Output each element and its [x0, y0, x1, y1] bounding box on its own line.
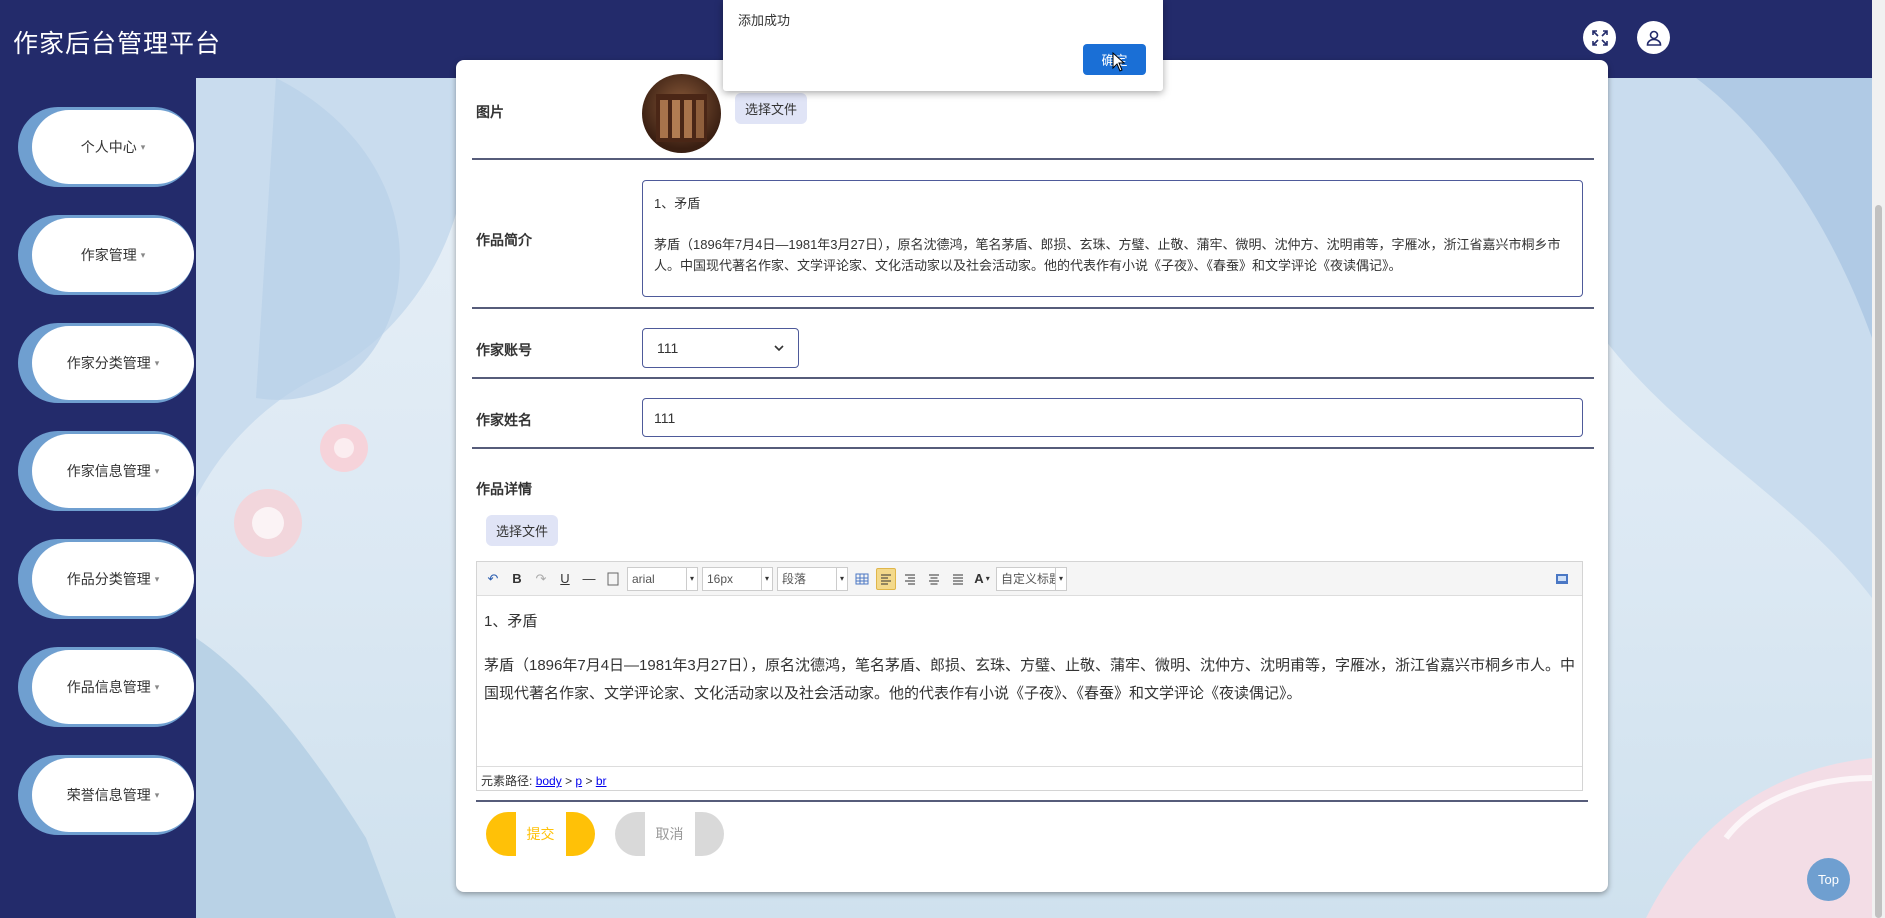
- path-separator: >: [565, 774, 573, 788]
- alert-dialog: 添加成功 确定: [723, 0, 1163, 91]
- paste-text-icon[interactable]: [603, 568, 623, 590]
- caret-down-icon: ▾: [686, 567, 697, 590]
- table-icon[interactable]: [852, 568, 872, 590]
- intro-line: 1、矛盾: [654, 196, 701, 211]
- element-path-label: 元素路径:: [481, 774, 533, 788]
- name-label: 作家姓名: [476, 412, 532, 428]
- choose-file-button[interactable]: 选择文件: [735, 93, 808, 124]
- path-p-link[interactable]: p: [575, 774, 582, 788]
- sidebar-item-writer-info-management[interactable]: 作家信息管理 ▾: [18, 431, 194, 511]
- editor-content[interactable]: 1、矛盾 茅盾（1896年7月4日—1981年3月27日），原名沈德鸿，笔名茅盾…: [477, 596, 1582, 768]
- font-family-select[interactable]: arial ▾: [627, 566, 698, 591]
- intro-textarea[interactable]: 1、矛盾 茅盾（1896年7月4日—1981年3月27日），原名沈德鸿，笔名茅盾…: [642, 180, 1583, 297]
- path-br-link[interactable]: br: [596, 774, 607, 788]
- sidebar-item-writer-management[interactable]: 作家管理 ▾: [18, 215, 194, 295]
- editor-toolbar: ↶ B ↷ U — arial ▾ 16px ▾ 段落 ▾ A ▾ 自定义标 ▾: [477, 562, 1582, 596]
- font-color-icon[interactable]: A ▾: [972, 568, 992, 590]
- chevron-down-icon: [774, 344, 784, 351]
- intro-label: 作品简介: [476, 232, 532, 248]
- caret-down-icon: ▾: [154, 357, 160, 368]
- sidebar-item-work-info-management[interactable]: 作品信息管理 ▾: [18, 647, 194, 727]
- font-size-select[interactable]: 16px ▾: [702, 566, 773, 591]
- path-body-link[interactable]: body: [536, 774, 562, 788]
- sidebar-item-work-category-management[interactable]: 作品分类管理 ▾: [18, 539, 194, 619]
- user-button[interactable]: [1637, 21, 1670, 54]
- font-size-value: 16px: [707, 571, 734, 586]
- divider: [472, 158, 1594, 160]
- caret-down-icon: ▾: [154, 789, 160, 800]
- caret-down-icon: ▾: [836, 567, 847, 590]
- sidebar-item-label: 作家信息管理: [66, 463, 151, 479]
- caret-down-icon: ▾: [154, 573, 160, 584]
- back-to-top-button[interactable]: Top: [1807, 858, 1850, 901]
- redo-icon[interactable]: ↷: [531, 568, 551, 590]
- form-card: 图片 选择文件 作品简介 1、矛盾 茅盾（1896年7月4日—1981年3月27…: [456, 60, 1608, 892]
- work-image-preview: [642, 74, 721, 153]
- bold-icon[interactable]: B: [507, 568, 527, 590]
- custom-title-value: 自定义标题: [1001, 572, 1055, 586]
- fullscreen-editor-icon[interactable]: [1552, 568, 1572, 590]
- align-left-icon[interactable]: [876, 567, 896, 590]
- align-center-icon[interactable]: [924, 568, 944, 590]
- underline-icon[interactable]: U: [555, 568, 575, 590]
- account-select-value: 111: [657, 340, 679, 356]
- sidebar-item-label: 个人中心: [80, 139, 137, 155]
- caret-down-icon: ▾: [154, 681, 160, 692]
- divider: [472, 307, 1594, 309]
- sidebar-item-label: 作家分类管理: [66, 355, 151, 371]
- mouse-cursor-icon: [1112, 52, 1126, 72]
- divider: [476, 800, 1588, 802]
- editor-statusbar: 元素路径: body > p > br: [477, 766, 1582, 790]
- page-scrollbar[interactable]: [1872, 0, 1885, 918]
- cancel-label: 取消: [644, 812, 695, 856]
- rich-text-editor[interactable]: ↶ B ↷ U — arial ▾ 16px ▾ 段落 ▾ A ▾ 自定义标 ▾…: [476, 561, 1583, 791]
- account-select[interactable]: 111: [642, 328, 799, 368]
- divider: [472, 377, 1594, 379]
- detail-label: 作品详情: [476, 481, 532, 497]
- align-justify-icon[interactable]: [948, 568, 968, 590]
- library-photo-icon: [656, 94, 707, 142]
- undo-icon[interactable]: ↶: [483, 568, 503, 590]
- app-title: 作家后台管理平台: [13, 30, 222, 58]
- fullscreen-button[interactable]: [1583, 21, 1616, 54]
- sidebar: 个人中心 ▾ 作家管理 ▾ 作家分类管理 ▾ 作家信息管理 ▾ 作品分类管理 ▾ 作品信息…: [0, 78, 196, 918]
- paragraph-value: 段落: [782, 572, 807, 586]
- path-separator: >: [585, 774, 593, 788]
- fullscreen-icon: [1591, 29, 1608, 46]
- sidebar-item-honor-info-management[interactable]: 荣誉信息管理 ▾: [18, 755, 194, 835]
- submit-label: 提交: [515, 812, 566, 856]
- scrollbar-thumb[interactable]: [1875, 205, 1882, 918]
- caret-down-icon: ▾: [1055, 567, 1066, 590]
- caret-down-icon: ▾: [140, 141, 146, 152]
- submit-button[interactable]: 提交: [486, 812, 595, 856]
- user-icon: [1646, 30, 1661, 46]
- intro-line: 茅盾（1896年7月4日—1981年3月27日），原名沈德鸿，笔名茅盾、郎损、玄…: [654, 237, 1561, 273]
- horizontal-rule-icon[interactable]: —: [579, 568, 599, 590]
- custom-title-select[interactable]: 自定义标题 ▾: [996, 566, 1067, 591]
- writer-name-input[interactable]: 111: [642, 398, 1583, 437]
- account-label: 作家账号: [476, 342, 532, 358]
- divider: [472, 447, 1594, 449]
- sidebar-item-label: 荣誉信息管理: [66, 787, 151, 803]
- image-label: 图片: [476, 104, 504, 120]
- sidebar-item-label: 作品信息管理: [66, 679, 151, 695]
- sidebar-item-label: 作品分类管理: [66, 571, 151, 587]
- sidebar-item-personal-center[interactable]: 个人中心 ▾: [18, 107, 194, 187]
- editor-paragraph: 茅盾（1896年7月4日—1981年3月27日），原名沈德鸿，笔名茅盾、郎损、玄…: [484, 657, 1575, 702]
- caret-down-icon: ▾: [154, 465, 160, 476]
- sidebar-item-label: 作家管理: [80, 247, 137, 263]
- caret-down-icon: ▾: [140, 249, 146, 260]
- editor-paragraph: 1、矛盾: [484, 613, 538, 630]
- font-family-value: arial: [632, 571, 655, 586]
- paragraph-select[interactable]: 段落 ▾: [777, 566, 848, 591]
- cancel-button[interactable]: 取消: [615, 812, 724, 856]
- sidebar-item-writer-category-management[interactable]: 作家分类管理 ▾: [18, 323, 194, 403]
- align-right-icon[interactable]: [900, 568, 920, 590]
- detail-choose-file-button[interactable]: 选择文件: [486, 515, 559, 546]
- dialog-message: 添加成功: [738, 13, 791, 28]
- caret-down-icon: ▾: [761, 567, 772, 590]
